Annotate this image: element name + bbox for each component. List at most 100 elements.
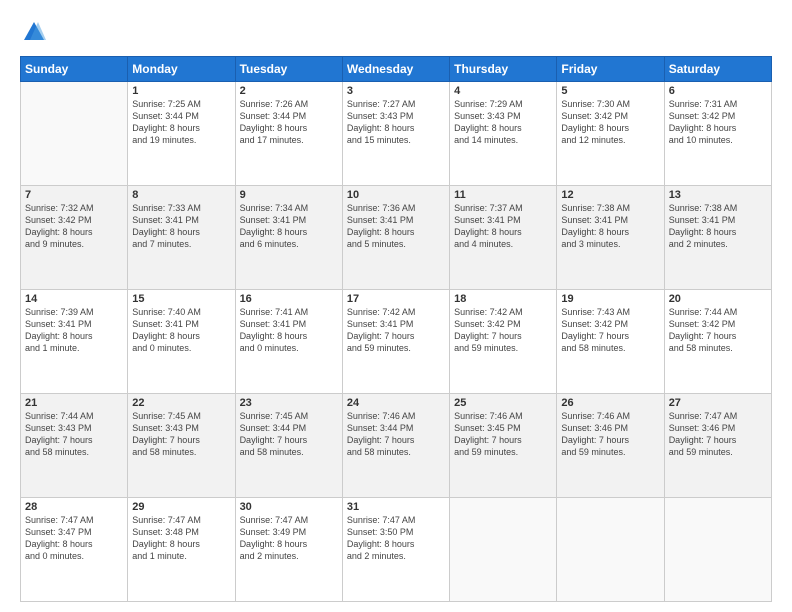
- day-info: Sunrise: 7:45 AM Sunset: 3:43 PM Dayligh…: [132, 410, 230, 459]
- day-number: 5: [561, 85, 659, 97]
- calendar-cell: 25Sunrise: 7:46 AM Sunset: 3:45 PM Dayli…: [450, 394, 557, 498]
- day-info: Sunrise: 7:46 AM Sunset: 3:44 PM Dayligh…: [347, 410, 445, 459]
- calendar-cell: 27Sunrise: 7:47 AM Sunset: 3:46 PM Dayli…: [664, 394, 771, 498]
- day-number: 11: [454, 189, 552, 201]
- weekday-header: Sunday: [21, 57, 128, 82]
- calendar-cell: [557, 498, 664, 602]
- day-number: 19: [561, 293, 659, 305]
- day-info: Sunrise: 7:36 AM Sunset: 3:41 PM Dayligh…: [347, 202, 445, 251]
- day-info: Sunrise: 7:41 AM Sunset: 3:41 PM Dayligh…: [240, 306, 338, 355]
- day-number: 16: [240, 293, 338, 305]
- day-info: Sunrise: 7:44 AM Sunset: 3:42 PM Dayligh…: [669, 306, 767, 355]
- calendar-cell: 30Sunrise: 7:47 AM Sunset: 3:49 PM Dayli…: [235, 498, 342, 602]
- header: [20, 18, 772, 46]
- day-info: Sunrise: 7:43 AM Sunset: 3:42 PM Dayligh…: [561, 306, 659, 355]
- day-number: 31: [347, 501, 445, 513]
- day-info: Sunrise: 7:42 AM Sunset: 3:41 PM Dayligh…: [347, 306, 445, 355]
- day-number: 18: [454, 293, 552, 305]
- day-number: 10: [347, 189, 445, 201]
- calendar-cell: 15Sunrise: 7:40 AM Sunset: 3:41 PM Dayli…: [128, 290, 235, 394]
- calendar-cell: 3Sunrise: 7:27 AM Sunset: 3:43 PM Daylig…: [342, 82, 449, 186]
- calendar-cell: 31Sunrise: 7:47 AM Sunset: 3:50 PM Dayli…: [342, 498, 449, 602]
- day-info: Sunrise: 7:40 AM Sunset: 3:41 PM Dayligh…: [132, 306, 230, 355]
- calendar-cell: 26Sunrise: 7:46 AM Sunset: 3:46 PM Dayli…: [557, 394, 664, 498]
- weekday-header: Saturday: [664, 57, 771, 82]
- calendar-cell: 14Sunrise: 7:39 AM Sunset: 3:41 PM Dayli…: [21, 290, 128, 394]
- calendar-cell: 23Sunrise: 7:45 AM Sunset: 3:44 PM Dayli…: [235, 394, 342, 498]
- calendar-cell: 16Sunrise: 7:41 AM Sunset: 3:41 PM Dayli…: [235, 290, 342, 394]
- day-info: Sunrise: 7:47 AM Sunset: 3:46 PM Dayligh…: [669, 410, 767, 459]
- calendar-cell: 13Sunrise: 7:38 AM Sunset: 3:41 PM Dayli…: [664, 186, 771, 290]
- day-info: Sunrise: 7:38 AM Sunset: 3:41 PM Dayligh…: [669, 202, 767, 251]
- day-info: Sunrise: 7:47 AM Sunset: 3:47 PM Dayligh…: [25, 514, 123, 563]
- day-info: Sunrise: 7:47 AM Sunset: 3:49 PM Dayligh…: [240, 514, 338, 563]
- weekday-header: Monday: [128, 57, 235, 82]
- calendar-cell: 29Sunrise: 7:47 AM Sunset: 3:48 PM Dayli…: [128, 498, 235, 602]
- logo: [20, 18, 52, 46]
- day-number: 26: [561, 397, 659, 409]
- day-info: Sunrise: 7:30 AM Sunset: 3:42 PM Dayligh…: [561, 98, 659, 147]
- day-info: Sunrise: 7:25 AM Sunset: 3:44 PM Dayligh…: [132, 98, 230, 147]
- day-number: 4: [454, 85, 552, 97]
- day-number: 2: [240, 85, 338, 97]
- calendar-cell: 28Sunrise: 7:47 AM Sunset: 3:47 PM Dayli…: [21, 498, 128, 602]
- calendar-cell: [450, 498, 557, 602]
- day-number: 22: [132, 397, 230, 409]
- day-number: 24: [347, 397, 445, 409]
- calendar-cell: 21Sunrise: 7:44 AM Sunset: 3:43 PM Dayli…: [21, 394, 128, 498]
- weekday-header: Friday: [557, 57, 664, 82]
- day-info: Sunrise: 7:26 AM Sunset: 3:44 PM Dayligh…: [240, 98, 338, 147]
- calendar-cell: 18Sunrise: 7:42 AM Sunset: 3:42 PM Dayli…: [450, 290, 557, 394]
- calendar-week-row: 21Sunrise: 7:44 AM Sunset: 3:43 PM Dayli…: [21, 394, 772, 498]
- day-number: 20: [669, 293, 767, 305]
- calendar-cell: 12Sunrise: 7:38 AM Sunset: 3:41 PM Dayli…: [557, 186, 664, 290]
- day-info: Sunrise: 7:45 AM Sunset: 3:44 PM Dayligh…: [240, 410, 338, 459]
- day-number: 13: [669, 189, 767, 201]
- page: SundayMondayTuesdayWednesdayThursdayFrid…: [0, 0, 792, 612]
- calendar-cell: 11Sunrise: 7:37 AM Sunset: 3:41 PM Dayli…: [450, 186, 557, 290]
- day-info: Sunrise: 7:31 AM Sunset: 3:42 PM Dayligh…: [669, 98, 767, 147]
- calendar-cell: 4Sunrise: 7:29 AM Sunset: 3:43 PM Daylig…: [450, 82, 557, 186]
- day-number: 3: [347, 85, 445, 97]
- calendar-week-row: 1Sunrise: 7:25 AM Sunset: 3:44 PM Daylig…: [21, 82, 772, 186]
- day-info: Sunrise: 7:29 AM Sunset: 3:43 PM Dayligh…: [454, 98, 552, 147]
- day-number: 6: [669, 85, 767, 97]
- calendar-cell: 22Sunrise: 7:45 AM Sunset: 3:43 PM Dayli…: [128, 394, 235, 498]
- calendar-cell: 19Sunrise: 7:43 AM Sunset: 3:42 PM Dayli…: [557, 290, 664, 394]
- day-number: 17: [347, 293, 445, 305]
- day-info: Sunrise: 7:38 AM Sunset: 3:41 PM Dayligh…: [561, 202, 659, 251]
- calendar-week-row: 14Sunrise: 7:39 AM Sunset: 3:41 PM Dayli…: [21, 290, 772, 394]
- calendar-week-row: 7Sunrise: 7:32 AM Sunset: 3:42 PM Daylig…: [21, 186, 772, 290]
- day-number: 15: [132, 293, 230, 305]
- calendar-cell: [664, 498, 771, 602]
- calendar-cell: 8Sunrise: 7:33 AM Sunset: 3:41 PM Daylig…: [128, 186, 235, 290]
- calendar-cell: 10Sunrise: 7:36 AM Sunset: 3:41 PM Dayli…: [342, 186, 449, 290]
- calendar-header-row: SundayMondayTuesdayWednesdayThursdayFrid…: [21, 57, 772, 82]
- day-number: 9: [240, 189, 338, 201]
- day-info: Sunrise: 7:46 AM Sunset: 3:46 PM Dayligh…: [561, 410, 659, 459]
- day-info: Sunrise: 7:32 AM Sunset: 3:42 PM Dayligh…: [25, 202, 123, 251]
- day-info: Sunrise: 7:27 AM Sunset: 3:43 PM Dayligh…: [347, 98, 445, 147]
- weekday-header: Thursday: [450, 57, 557, 82]
- calendar-cell: 7Sunrise: 7:32 AM Sunset: 3:42 PM Daylig…: [21, 186, 128, 290]
- day-info: Sunrise: 7:37 AM Sunset: 3:41 PM Dayligh…: [454, 202, 552, 251]
- calendar-week-row: 28Sunrise: 7:47 AM Sunset: 3:47 PM Dayli…: [21, 498, 772, 602]
- day-info: Sunrise: 7:34 AM Sunset: 3:41 PM Dayligh…: [240, 202, 338, 251]
- calendar-table: SundayMondayTuesdayWednesdayThursdayFrid…: [20, 56, 772, 602]
- weekday-header: Wednesday: [342, 57, 449, 82]
- day-number: 29: [132, 501, 230, 513]
- day-number: 23: [240, 397, 338, 409]
- day-number: 8: [132, 189, 230, 201]
- calendar-cell: 5Sunrise: 7:30 AM Sunset: 3:42 PM Daylig…: [557, 82, 664, 186]
- day-info: Sunrise: 7:47 AM Sunset: 3:50 PM Dayligh…: [347, 514, 445, 563]
- day-number: 28: [25, 501, 123, 513]
- calendar-cell: 20Sunrise: 7:44 AM Sunset: 3:42 PM Dayli…: [664, 290, 771, 394]
- calendar-cell: 6Sunrise: 7:31 AM Sunset: 3:42 PM Daylig…: [664, 82, 771, 186]
- day-info: Sunrise: 7:42 AM Sunset: 3:42 PM Dayligh…: [454, 306, 552, 355]
- calendar-cell: 24Sunrise: 7:46 AM Sunset: 3:44 PM Dayli…: [342, 394, 449, 498]
- day-number: 30: [240, 501, 338, 513]
- calendar-cell: 2Sunrise: 7:26 AM Sunset: 3:44 PM Daylig…: [235, 82, 342, 186]
- calendar-cell: 9Sunrise: 7:34 AM Sunset: 3:41 PM Daylig…: [235, 186, 342, 290]
- day-number: 21: [25, 397, 123, 409]
- day-info: Sunrise: 7:39 AM Sunset: 3:41 PM Dayligh…: [25, 306, 123, 355]
